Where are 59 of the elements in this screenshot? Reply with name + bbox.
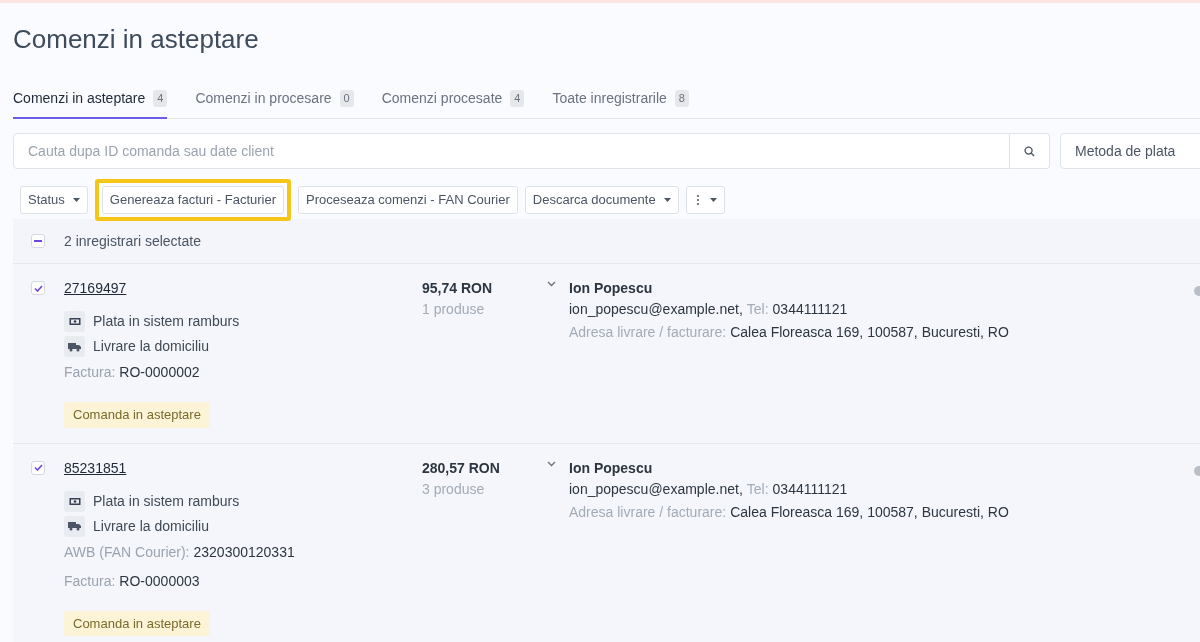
phone-number: 0344111121: [772, 479, 848, 499]
tab[interactable]: Comenzi procesate 4: [381, 88, 525, 119]
detail-value: RO-0000002: [119, 363, 200, 382]
action-button[interactable]: Status: [20, 186, 88, 214]
count-badge: 4: [510, 90, 525, 107]
product-count: 3 produse: [422, 479, 485, 499]
action-button[interactable]: Proceseaza comenzi - FAN Courier: [298, 186, 518, 214]
status-badge: Comanda in asteptare: [64, 610, 210, 636]
customer-email: ion_popescu@example.net,: [569, 479, 743, 499]
tab[interactable]: Comenzi in asteptare 4: [13, 88, 168, 119]
search-icon: [1024, 145, 1035, 157]
info-text: Plata in sistem ramburs: [93, 312, 240, 331]
cash-icon: [64, 311, 85, 332]
tab[interactable]: Toate inregistrarile 8: [552, 88, 689, 119]
caret-icon: [663, 198, 671, 202]
page-title: Comenzi in asteptare: [13, 23, 260, 55]
info-text: Livrare la domiciliu: [93, 337, 209, 356]
order-total: 95,74 RON: [422, 279, 493, 297]
select-all-checkbox[interactable]: [31, 234, 45, 248]
payment-method-select[interactable]: Metoda de plata: [1060, 133, 1200, 169]
caret-icon: [709, 198, 717, 202]
action-button[interactable]: Descarca documente: [524, 186, 679, 214]
info-text: Plata in sistem ramburs: [93, 491, 240, 511]
action-button[interactable]: Genereaza facturi - Facturier: [101, 186, 285, 214]
address-text: Calea Floreasca 169, 100587, Bucuresti, RO: [730, 502, 1009, 522]
detail-label: AWB (FAN Courier):: [64, 542, 190, 562]
truck-icon: [64, 336, 85, 357]
more-button[interactable]: [685, 186, 725, 214]
detail-value: 2320300120331: [193, 542, 295, 562]
phone-number: 0344111121: [772, 300, 848, 319]
count-badge: 0: [339, 90, 354, 107]
search-field[interactable]: Cauta dupa ID comanda sau date client: [13, 133, 1010, 169]
tab[interactable]: Comenzi in procesare 0: [195, 88, 354, 119]
order-id-link[interactable]: 27169497: [64, 279, 127, 297]
truck-icon: [64, 515, 85, 537]
customer-name: Ion Popescu: [569, 279, 653, 297]
count-badge: 4: [153, 90, 168, 107]
detail-label: Factura:: [64, 363, 116, 382]
count-badge: 8: [674, 90, 689, 107]
status-badge: Comanda in asteptare: [64, 402, 210, 428]
row-checkbox[interactable]: [31, 460, 45, 475]
order-id-link[interactable]: 85231851: [64, 458, 127, 477]
detail-value: RO-0000003: [119, 571, 200, 591]
product-count: 1 produse: [422, 300, 485, 319]
detail-label: Factura:: [64, 571, 116, 591]
info-text: Livrare la domiciliu: [93, 516, 209, 536]
order-total: 280,57 RON: [422, 458, 500, 477]
row-checkbox[interactable]: [31, 281, 45, 295]
address-label: Adresa livrare / facturare:: [569, 323, 727, 342]
phone-label: Tel:: [746, 300, 769, 319]
cash-icon: [64, 490, 85, 512]
address-text: Calea Floreasca 169, 100587, Bucuresti, RO: [730, 323, 1009, 342]
selection-count: 2 inregistrari selectate: [64, 231, 201, 251]
customer-name: Ion Popescu: [569, 458, 653, 477]
search-button[interactable]: [1010, 133, 1050, 169]
address-label: Adresa livrare / facturare:: [569, 502, 727, 522]
customer-email: ion_popescu@example.net,: [569, 300, 743, 319]
caret-icon: [72, 198, 80, 202]
phone-label: Tel:: [746, 479, 769, 499]
